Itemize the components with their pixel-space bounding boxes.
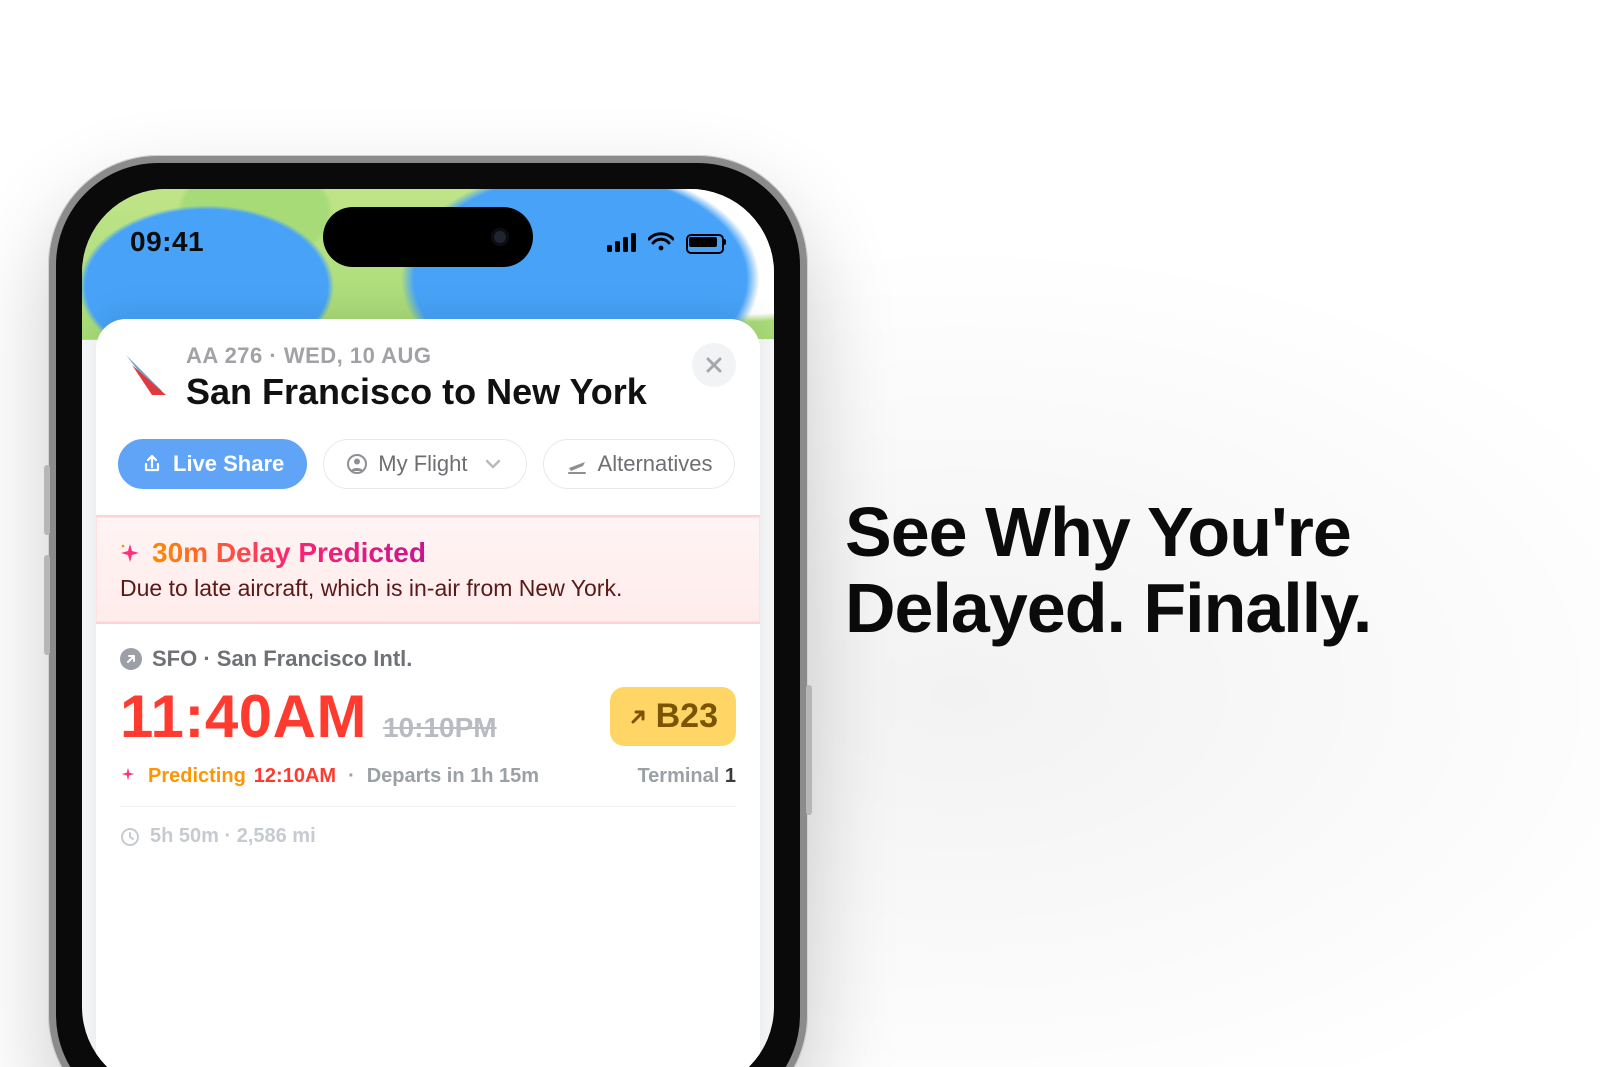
flight-sheet: AA 276 · WED, 10 AUG San Francisco to Ne… <box>96 319 760 1067</box>
volume-up-button[interactable] <box>44 465 50 535</box>
terminal-value: 1 <box>725 765 736 787</box>
close-icon <box>704 355 724 375</box>
battery-icon <box>686 232 726 252</box>
person-circle-icon <box>346 453 368 475</box>
dynamic-island <box>323 207 533 267</box>
front-camera-icon <box>491 228 509 246</box>
my-flight-button[interactable]: My Flight <box>323 439 526 489</box>
gate-arrow-icon <box>628 707 648 727</box>
action-pill-row: Live Share My Flight <box>96 423 760 511</box>
divider <box>120 806 736 807</box>
alternatives-button[interactable]: Alternatives <box>543 439 736 489</box>
delay-alert-title-row: 30m Delay Predicted <box>120 537 736 569</box>
predicting-time: 12:10AM <box>254 765 336 788</box>
duration-distance-label: 5h 50m · 2,586 mi <box>150 825 316 848</box>
cellular-icon <box>607 232 636 252</box>
delay-alert-title: 30m Delay Predicted <box>152 537 426 569</box>
terminal-label: Terminal <box>637 765 719 787</box>
gate-value: B23 <box>656 697 718 736</box>
headline-line-1: See Why You're <box>845 493 1351 571</box>
departure-main-row: 11:40AM 10:10PM B23 <box>120 682 736 751</box>
departure-airport-row: SFO · San Francisco Intl. <box>120 646 736 672</box>
flight-code-date: AA 276 · WED, 10 AUG <box>186 343 674 369</box>
chevron-down-icon <box>482 453 504 475</box>
status-icons <box>607 232 726 252</box>
phone-bezel: 09:41 <box>56 163 800 1067</box>
share-icon <box>141 453 163 475</box>
departure-airport-label: SFO · San Francisco Intl. <box>152 646 412 672</box>
live-share-button[interactable]: Live Share <box>118 439 307 489</box>
wifi-icon <box>648 232 674 252</box>
gate-chip[interactable]: B23 <box>610 687 736 746</box>
plane-landing-icon <box>566 453 588 475</box>
phone-frame: 09:41 <box>48 155 808 1067</box>
headline-line-2: Delayed. Finally. <box>845 569 1371 647</box>
alternatives-label: Alternatives <box>598 451 713 477</box>
sparkle-small-icon <box>120 765 136 788</box>
departure-times: 11:40AM 10:10PM <box>120 682 497 751</box>
headline: See Why You're Delayed. Finally. <box>845 495 1505 646</box>
status-time: 09:41 <box>130 226 204 258</box>
close-button[interactable] <box>692 343 736 387</box>
terminal-label-row: Terminal 1 <box>637 765 736 788</box>
sheet-header-text: AA 276 · WED, 10 AUG San Francisco to Ne… <box>186 343 674 413</box>
predicting-label: Predicting 12:10AM <box>148 765 336 788</box>
power-button[interactable] <box>806 685 812 815</box>
departure-sub-row: Predicting 12:10AM · Departs in 1h 15m T… <box>120 765 736 788</box>
predicting-prefix: Predicting <box>148 765 246 788</box>
departure-time-new: 11:40AM <box>120 682 367 751</box>
duration-distance-row: 5h 50m · 2,586 mi <box>120 825 736 848</box>
clock-icon <box>120 827 140 847</box>
my-flight-label: My Flight <box>378 451 467 477</box>
departure-block: SFO · San Francisco Intl. 11:40AM 10:10P… <box>96 624 760 858</box>
sparkle-icon <box>120 543 140 563</box>
flight-route-title: San Francisco to New York <box>186 371 674 413</box>
sheet-header: AA 276 · WED, 10 AUG San Francisco to Ne… <box>96 319 760 423</box>
delay-alert-description: Due to late aircraft, which is in-air fr… <box>120 575 736 602</box>
departure-arrow-icon <box>120 648 142 670</box>
departs-in-label: Departs in 1h 15m <box>367 765 539 788</box>
live-share-label: Live Share <box>173 451 284 477</box>
volume-down-button[interactable] <box>44 555 50 655</box>
departure-time-old: 10:10PM <box>383 712 497 744</box>
marketing-canvas: See Why You're Delayed. Finally. 09:41 <box>0 0 1600 1067</box>
airline-logo-icon <box>120 351 168 399</box>
delay-alert[interactable]: 30m Delay Predicted Due to late aircraft… <box>96 515 760 624</box>
phone-screen: 09:41 <box>82 189 774 1067</box>
